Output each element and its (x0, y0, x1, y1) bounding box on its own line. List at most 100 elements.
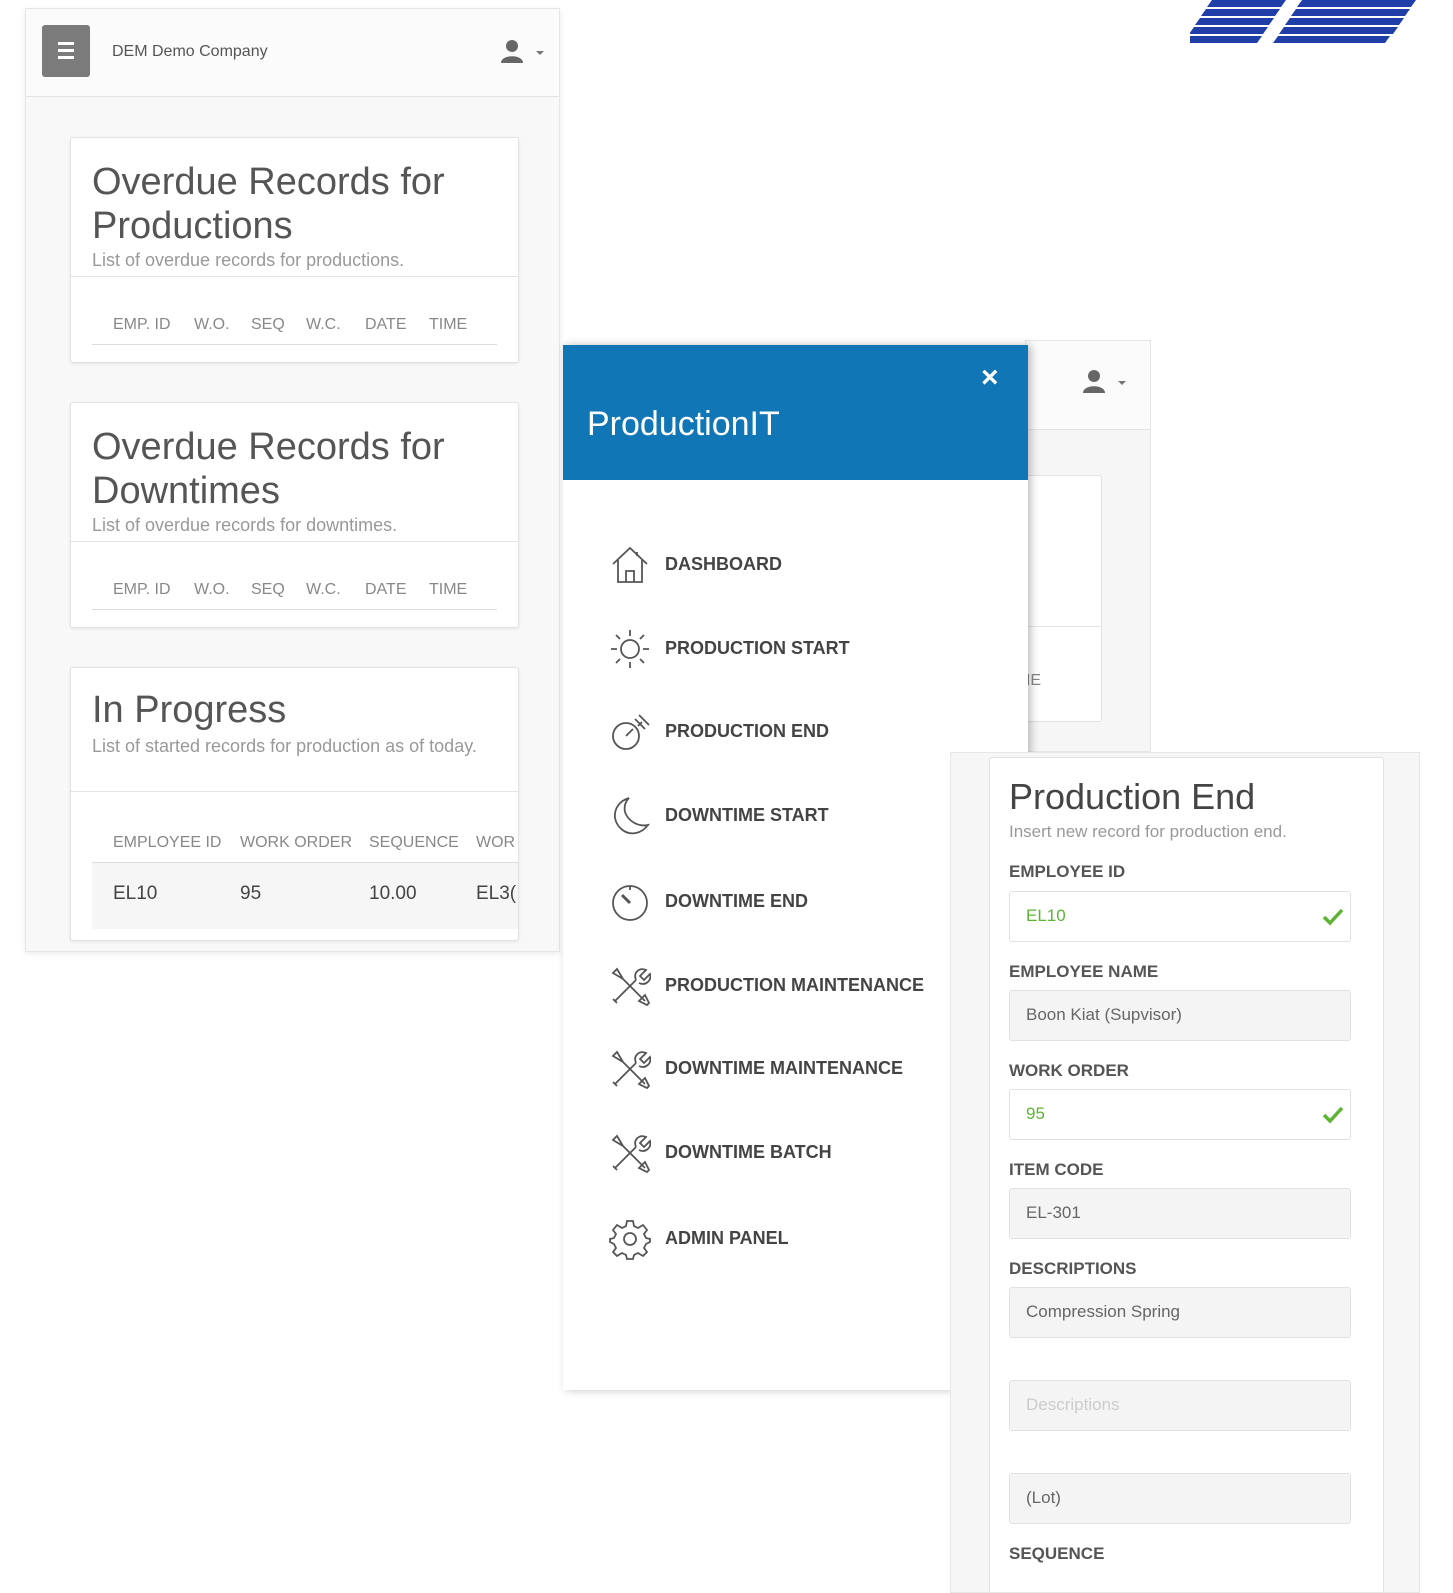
chevron-down-icon (536, 51, 544, 55)
column-header[interactable]: EMP. ID (113, 581, 171, 599)
top-navbar (1026, 341, 1150, 430)
lot-field[interactable]: (Lot) (1009, 1473, 1351, 1524)
menu-item-label: DOWNTIME MAINTENANCE (665, 1058, 903, 1078)
user-menu[interactable] (1082, 369, 1132, 395)
menu-item-downtime-start[interactable]: DOWNTIME START (607, 791, 1007, 841)
descriptions-field[interactable]: Compression Spring (1009, 1287, 1351, 1338)
menu-item-downtime-batch[interactable]: DOWNTIME BATCH (607, 1128, 1007, 1178)
column-header[interactable]: EMPLOYEE ID (113, 834, 221, 852)
company-logo (1190, 0, 1416, 43)
employee-name-value: Boon Kiat (Supvisor) (1026, 1005, 1182, 1024)
column-header[interactable]: WOR (476, 834, 515, 852)
item-code-label: ITEM CODE (1009, 1160, 1104, 1179)
card-subtitle: List of overdue records for downtimes. (92, 515, 398, 535)
column-header[interactable]: SEQ (251, 581, 285, 599)
user-menu[interactable] (500, 39, 550, 65)
menu-toggle-button[interactable] (42, 25, 90, 77)
column-header[interactable]: WORK ORDER (240, 834, 352, 852)
close-icon[interactable]: × (981, 363, 999, 393)
item-code-field[interactable]: EL-301 (1009, 1188, 1351, 1239)
gear-icon (609, 1220, 651, 1260)
column-header[interactable]: DATE (365, 316, 406, 334)
company-name: DEM Demo Company (112, 43, 268, 60)
descriptions-extra-field[interactable]: Descriptions (1009, 1380, 1351, 1431)
production-end-form: Production End Insert new record for pro… (989, 757, 1384, 1592)
employee-name-label: EMPLOYEE NAME (1009, 962, 1159, 981)
menu-item-production-end[interactable]: PRODUCTION END (607, 707, 1007, 757)
home-icon (612, 546, 648, 583)
cell-employee-id: EL10 (113, 883, 158, 904)
column-header[interactable]: SEQ (251, 316, 285, 334)
column-header[interactable]: EMP. ID (113, 316, 171, 334)
menu-item-label: PRODUCTION MAINTENANCE (665, 975, 924, 995)
menu-item-dashboard[interactable]: DASHBOARD (607, 540, 1007, 590)
card-subtitle: List of started records for production a… (92, 736, 477, 756)
descriptions-value: Compression Spring (1026, 1302, 1181, 1321)
employee-name-field[interactable]: Boon Kiat (Supvisor) (1009, 990, 1351, 1041)
card: ME (1016, 475, 1102, 722)
card-title: Overdue Records for Downtimes (92, 426, 445, 512)
form-title: Production End (1009, 776, 1256, 817)
menu-item-label: DOWNTIME START (665, 805, 829, 825)
menu-item-production-start[interactable]: PRODUCTION START (607, 624, 1007, 674)
table-header: EMP. ID W.O. SEQ W.C. DATE TIME (92, 304, 497, 345)
menu-item-label: DASHBOARD (665, 554, 782, 574)
table-header: EMP. ID W.O. SEQ W.C. DATE TIME (92, 569, 497, 610)
tools-icon (611, 1050, 651, 1090)
descriptions-placeholder: Descriptions (1026, 1395, 1120, 1414)
sun-icon (611, 630, 649, 668)
timer-icon (612, 714, 650, 750)
overdue-downtimes-card: Overdue Records for Downtimes List of ov… (70, 402, 519, 628)
menu-item-label: DOWNTIME BATCH (665, 1142, 832, 1162)
in-progress-card: In Progress List of started records for … (70, 667, 519, 941)
menu-item-label: PRODUCTION END (665, 721, 830, 741)
menu-item-label: PRODUCTION START (665, 638, 850, 658)
overdue-productions-card: Overdue Records for Productions List of … (70, 137, 519, 363)
cell-sequence: 10.00 (369, 883, 417, 904)
column-header[interactable]: W.O. (194, 581, 230, 599)
dashboard-screen: DEM Demo Company Overdue Records for Pro… (25, 8, 560, 952)
tools-icon (611, 967, 651, 1007)
employee-id-field[interactable]: EL10 (1009, 891, 1351, 942)
user-icon (501, 40, 523, 63)
work-order-label: WORK ORDER (1009, 1061, 1129, 1080)
table-header: EMPLOYEE ID WORK ORDER SEQUENCE WOR (92, 822, 518, 863)
column-header[interactable]: DATE (365, 581, 406, 599)
tools-icon (611, 1134, 651, 1174)
menu-item-downtime-maintenance[interactable]: DOWNTIME MAINTENANCE (607, 1044, 1007, 1094)
employee-id-label: EMPLOYEE ID (1009, 862, 1126, 881)
sequence-label: SEQUENCE (1009, 1544, 1105, 1563)
cell-work-order: 95 (240, 883, 262, 904)
check-icon (1322, 1106, 1344, 1124)
production-end-screen: Production End Insert new record for pro… (950, 752, 1420, 1593)
column-header[interactable]: W.O. (194, 316, 230, 334)
menu-item-production-maintenance[interactable]: PRODUCTION MAINTENANCE (607, 961, 1007, 1011)
menu-item-label: ADMIN PANEL (665, 1228, 789, 1248)
moon-icon (614, 797, 651, 835)
card-subtitle: List of overdue records for productions. (92, 250, 405, 270)
chevron-down-icon (1118, 381, 1126, 385)
column-header[interactable]: W.C. (306, 581, 341, 599)
item-code-value: EL-301 (1026, 1203, 1081, 1222)
app-brand: ProductionIT (587, 405, 780, 443)
column-header[interactable]: SEQUENCE (369, 834, 459, 852)
column-header[interactable]: W.C. (306, 316, 341, 334)
work-order-field[interactable]: 95 (1009, 1089, 1351, 1140)
descriptions-label: DESCRIPTIONS (1009, 1259, 1137, 1278)
clock-icon (612, 885, 648, 921)
card-title: Overdue Records for Productions (92, 161, 445, 247)
menu-item-downtime-end[interactable]: DOWNTIME END (607, 877, 1007, 927)
drawer-header: ProductionIT × (563, 345, 1028, 480)
column-header[interactable]: TIME (429, 581, 467, 599)
user-icon (1083, 370, 1105, 393)
menu-item-admin-panel[interactable]: ADMIN PANEL (607, 1214, 1007, 1264)
check-icon (1322, 908, 1344, 926)
card-title: In Progress (92, 689, 287, 731)
menu-item-label: DOWNTIME END (665, 891, 808, 911)
lot-placeholder: (Lot) (1026, 1488, 1061, 1507)
column-header[interactable]: TIME (429, 316, 467, 334)
table-row[interactable]: EL10 95 10.00 EL3( (92, 863, 518, 929)
form-subtitle: Insert new record for production end. (1009, 822, 1287, 841)
background-screen: ME (1016, 340, 1151, 752)
top-navbar: DEM Demo Company (26, 9, 559, 97)
